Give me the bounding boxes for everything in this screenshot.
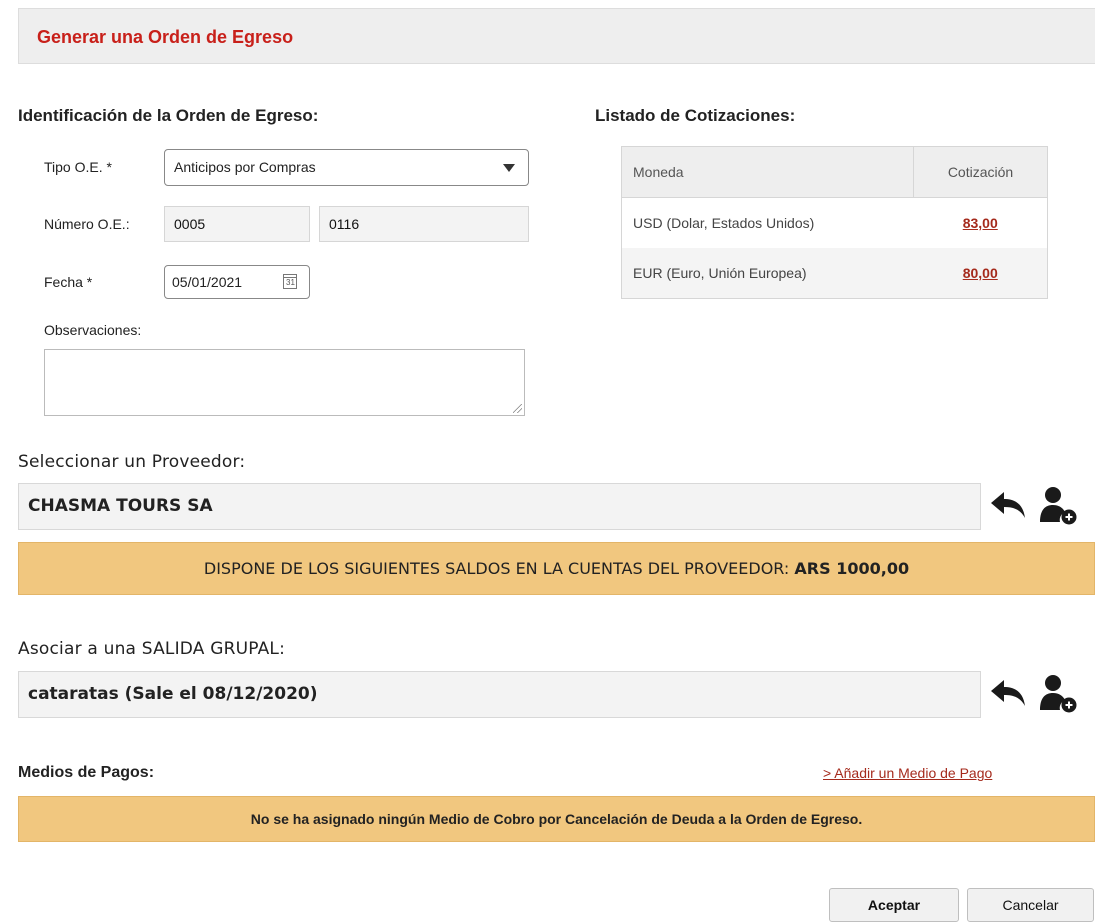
proveedor-label: Seleccionar un Proveedor: <box>18 452 246 472</box>
column-header-cotizacion: Cotización <box>913 146 1048 198</box>
table-row: USD (Dolar, Estados Unidos) 83,00 <box>622 198 1048 249</box>
calendar-icon[interactable]: 31 <box>283 274 297 289</box>
cotizacion-link[interactable]: 80,00 <box>963 265 998 281</box>
salida-input[interactable]: cataratas (Sale el 08/12/2020) <box>18 671 981 718</box>
add-user-icon[interactable] <box>1037 484 1079 526</box>
table-row: EUR (Euro, Unión Europea) 80,00 <box>621 248 1048 299</box>
accept-button[interactable]: Aceptar <box>829 888 959 922</box>
tipo-select[interactable]: Anticipos por Compras <box>164 149 529 186</box>
add-payment-method-link[interactable]: > Añadir un Medio de Pago <box>823 765 992 781</box>
identificacion-title: Identificación de la Orden de Egreso: <box>18 106 319 125</box>
page-title: Generar una Orden de Egreso <box>37 27 294 47</box>
medios-empty-banner: No se ha asignado ningún Medio de Cobro … <box>18 796 1095 842</box>
fecha-input[interactable]: 05/01/2021 31 <box>164 265 310 299</box>
add-user-icon[interactable] <box>1037 672 1079 714</box>
column-header-moneda: Moneda <box>621 146 914 198</box>
saldo-banner: DISPONE DE LOS SIGUIENTES SALDOS EN LA C… <box>18 542 1095 595</box>
numero-field[interactable]: 0116 <box>319 206 529 242</box>
tipo-select-value: Anticipos por Compras <box>174 159 316 175</box>
cotizacion-link[interactable]: 83,00 <box>963 215 998 231</box>
resize-grip-icon[interactable] <box>513 404 522 413</box>
medios-title: Medios de Pagos: <box>18 764 155 781</box>
fecha-value: 05/01/2021 <box>172 274 243 290</box>
saldo-amount: ARS 1000,00 <box>794 559 910 578</box>
observaciones-textarea[interactable] <box>44 349 525 416</box>
proveedor-input[interactable]: CHASMA TOURS SA <box>18 483 981 530</box>
chevron-down-icon <box>503 164 515 172</box>
table-header-row: Moneda Cotización <box>621 146 1048 198</box>
cotizaciones-table: Moneda Cotización USD (Dolar, Estados Un… <box>621 146 1048 299</box>
fecha-label: Fecha * <box>44 274 93 290</box>
cotizaciones-title: Listado de Cotizaciones: <box>595 106 796 125</box>
moneda-cell: USD (Dolar, Estados Unidos) <box>633 215 815 231</box>
tipo-label: Tipo O.E. * <box>44 159 112 175</box>
reply-arrow-icon[interactable] <box>989 677 1029 709</box>
numero-label: Número O.E.: <box>44 216 130 232</box>
moneda-cell: EUR (Euro, Unión Europea) <box>621 248 914 299</box>
salida-label: Asociar a una SALIDA GRUPAL: <box>18 639 286 659</box>
reply-arrow-icon[interactable] <box>989 489 1029 521</box>
observaciones-label: Observaciones: <box>44 322 142 338</box>
saldo-text: DISPONE DE LOS SIGUIENTES SALDOS EN LA C… <box>203 559 790 578</box>
cancel-button[interactable]: Cancelar <box>967 888 1094 922</box>
numero-prefix-field: 0005 <box>164 206 310 242</box>
